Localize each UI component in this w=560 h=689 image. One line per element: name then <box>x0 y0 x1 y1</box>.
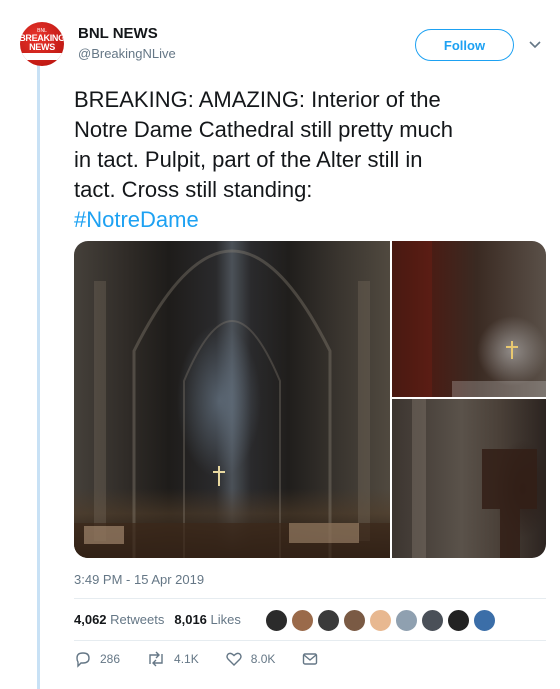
direct-message-icon <box>303 653 318 665</box>
likes-count: 8,016 <box>174 612 207 627</box>
author-name[interactable]: BNL NEWS <box>78 25 158 42</box>
tweet-text-line: BREAKING: AMAZING: Interior of the <box>74 87 441 112</box>
retweets-count: 4,062 <box>74 612 107 627</box>
liker-avatar[interactable] <box>368 608 393 633</box>
follow-button[interactable]: Follow <box>415 29 514 61</box>
cross-altar-photo[interactable] <box>392 241 546 397</box>
divider <box>74 598 546 599</box>
pulpit-photo[interactable] <box>392 399 546 558</box>
like-button[interactable]: 8.0K <box>225 650 276 668</box>
liker-avatar[interactable] <box>342 608 367 633</box>
cathedral-interior-photo[interactable] <box>74 241 390 558</box>
direct-message-button[interactable] <box>301 650 327 668</box>
retweet-button[interactable]: 4.1K <box>146 650 199 668</box>
avatar-bar <box>20 52 64 60</box>
liker-avatar[interactable] <box>316 608 341 633</box>
retweets-stat[interactable]: 4,062 Retweets <box>74 612 164 627</box>
tweet-actions: 286 4.1K 8.0K <box>74 650 353 668</box>
liker-avatar[interactable] <box>472 608 497 633</box>
media-grid <box>74 241 546 558</box>
retweets-label: Retweets <box>110 612 165 627</box>
avatar-line-2: NEWS <box>29 41 55 52</box>
like-icon <box>226 652 242 666</box>
retweet-icon <box>149 651 163 667</box>
tweet-stats: 4,062 Retweets 8,016 Likes <box>74 612 251 627</box>
reply-count: 286 <box>100 652 121 666</box>
avatar[interactable]: BNL BREAKING NEWS <box>20 22 64 66</box>
tweet-text-line: Notre Dame Cathedral still pretty much <box>74 117 454 142</box>
tweet-text: BREAKING: AMAZING: Interior of the Notre… <box>74 85 544 235</box>
liker-avatar[interactable] <box>446 608 471 633</box>
hashtag-link[interactable]: #NotreDame <box>74 205 544 235</box>
reply-icon <box>76 652 90 668</box>
reply-button[interactable]: 286 <box>74 650 120 668</box>
tweet-timestamp[interactable]: 3:49 PM - 15 Apr 2019 <box>74 572 204 587</box>
likes-label: Likes <box>210 612 241 627</box>
likes-stat[interactable]: 8,016 Likes <box>174 612 241 627</box>
thread-line <box>37 60 40 689</box>
divider <box>74 640 546 641</box>
liker-avatar[interactable] <box>264 608 289 633</box>
tweet-text-line: tact. Cross still standing: <box>74 177 313 202</box>
author-handle[interactable]: @BreakingNLive <box>78 46 176 61</box>
like-count: 8.0K <box>250 652 276 666</box>
tweet-text-line: in tact. Pulpit, part of the Alter still… <box>74 147 423 172</box>
liker-avatar[interactable] <box>394 608 419 633</box>
liker-avatar[interactable] <box>290 608 315 633</box>
liker-avatar[interactable] <box>420 608 445 633</box>
chevron-down-icon[interactable] <box>528 38 542 52</box>
liker-avatars <box>264 608 498 633</box>
retweet-count: 4.1K <box>174 652 199 666</box>
